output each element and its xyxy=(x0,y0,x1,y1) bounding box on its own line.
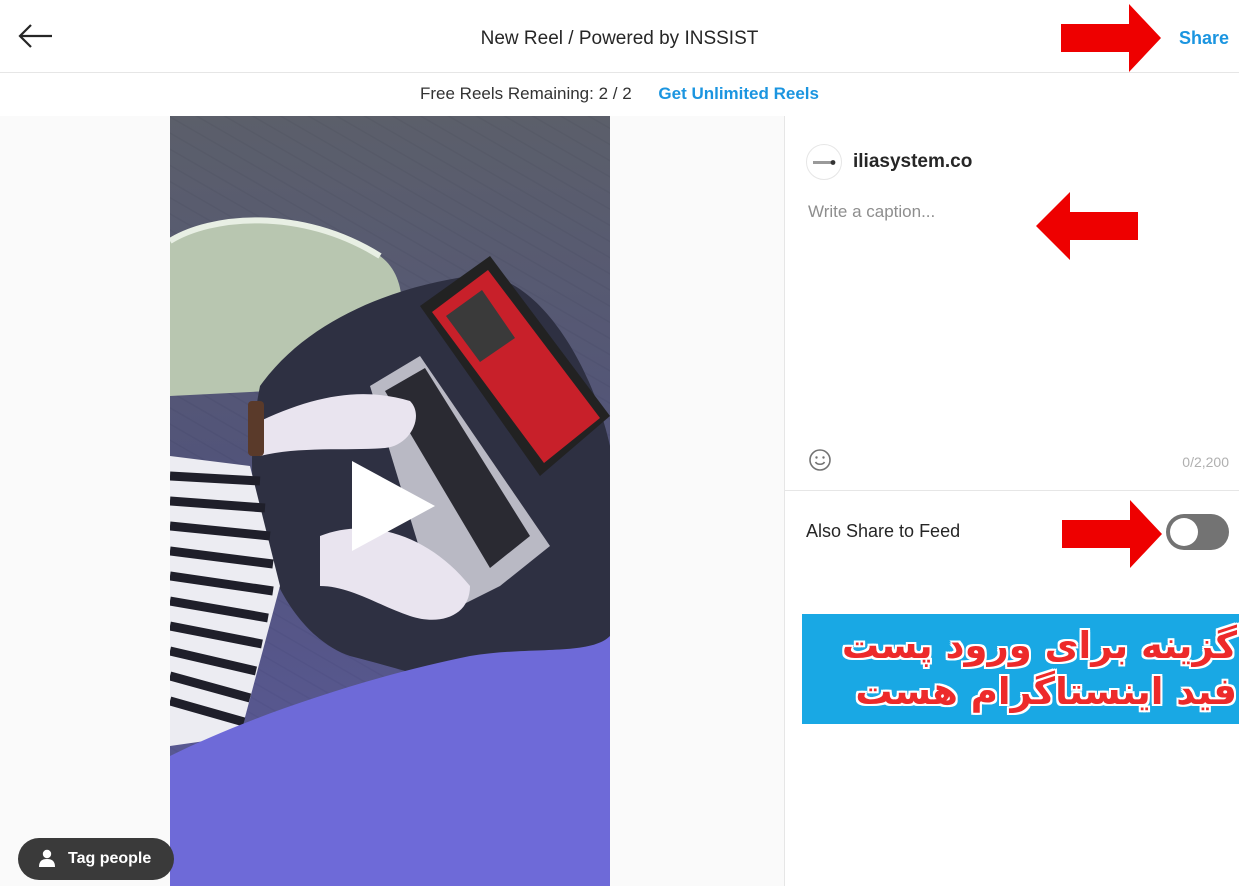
reel-video-preview[interactable] xyxy=(170,116,610,886)
get-unlimited-reels-link[interactable]: Get Unlimited Reels xyxy=(658,84,819,103)
caption-input[interactable] xyxy=(806,200,1230,434)
free-reels-bar: Free Reels Remaining: 2 / 2 Get Unlimite… xyxy=(0,73,1239,115)
person-icon xyxy=(39,849,55,867)
red-arrow-right-icon xyxy=(1061,4,1161,72)
divider xyxy=(785,490,1239,491)
emoji-picker-button[interactable] xyxy=(808,448,832,472)
free-reels-remaining: Free Reels Remaining: 2 / 2 xyxy=(420,84,632,103)
annotation-note: گزینه برای ورود پست فید اینستاگرام هست xyxy=(802,614,1239,724)
annotation-line-2: فید اینستاگرام هست xyxy=(855,670,1237,713)
reel-video-thumbnail xyxy=(170,116,610,886)
avatar xyxy=(806,144,842,180)
top-bar: New Reel / Powered by INSSIST Share xyxy=(0,0,1239,73)
account-logo-icon xyxy=(813,160,836,165)
annotation-line-1: گزینه برای ورود پست xyxy=(841,624,1237,667)
tag-people-label: Tag people xyxy=(68,850,152,867)
account-username: iliasystem.co xyxy=(853,151,973,172)
page-title: New Reel / Powered by INSSIST xyxy=(480,28,759,49)
toggle-knob xyxy=(1170,518,1198,546)
share-to-feed-toggle[interactable] xyxy=(1166,514,1229,550)
red-arrow-left-icon xyxy=(1036,192,1138,260)
smiley-icon xyxy=(809,449,831,471)
red-arrow-right-icon xyxy=(1062,500,1162,568)
share-button[interactable]: Share xyxy=(1179,28,1229,49)
tag-people-button[interactable]: Tag people xyxy=(18,838,174,880)
caption-char-count: 0/2,200 xyxy=(1182,454,1229,470)
share-to-feed-label: Also Share to Feed xyxy=(806,521,961,541)
